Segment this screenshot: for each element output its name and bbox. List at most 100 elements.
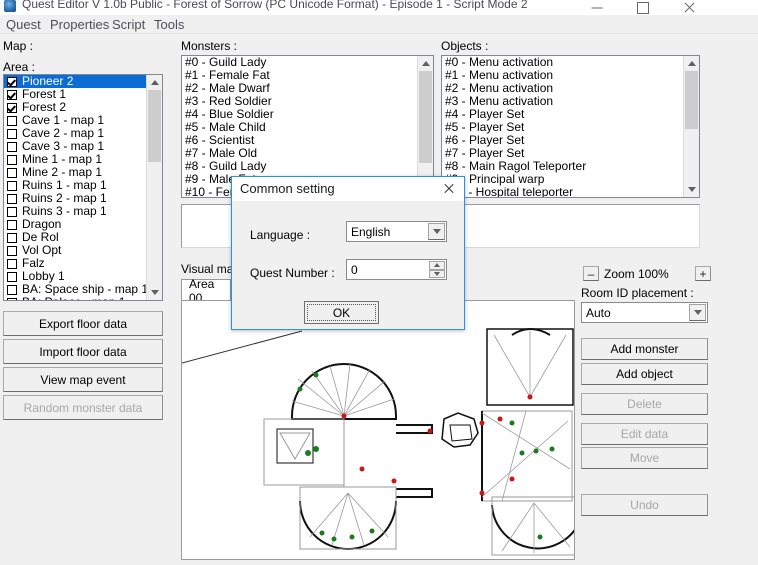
tab-area-00[interactable]: Area 00 [181,277,231,305]
area-checkbox[interactable] [7,128,17,139]
delete-button: Delete [581,393,708,415]
delete-label: Delete [627,397,662,411]
monsters-list-item[interactable]: #8 - Guild Lady [182,160,417,173]
objects-list-item[interactable]: #9 - Principal warp [442,173,683,186]
area-checkbox[interactable] [7,297,17,300]
area-list[interactable]: Pioneer 2 Forest 1 Forest 2 Cave 1 - map 1C… [3,74,163,301]
scroll-down-icon[interactable] [147,285,162,300]
edit-data-label: Edit data [620,427,669,441]
import-floor-data-button[interactable]: Import floor data [3,339,163,364]
ok-button[interactable]: OK [304,301,379,324]
export-floor-data-button[interactable]: Export floor data [3,311,163,336]
area-list-item[interactable]: BA: Palace - map 1 [4,296,146,300]
close-button[interactable] [666,0,712,15]
monsters-list-item[interactable]: #4 - Blue Soldier [182,108,417,121]
stepper-down-button[interactable] [429,269,445,278]
area-checkbox[interactable] [7,245,17,256]
app-icon [4,0,16,12]
area-checkbox[interactable] [7,258,17,269]
menu-item-quest[interactable]: Quest [0,16,47,33]
area-checkbox[interactable] [7,76,17,87]
add-object-button[interactable]: Add object [581,363,708,385]
scroll-up-icon[interactable] [684,56,699,71]
zoom-level-label: Zoom 100% [604,267,669,281]
monsters-list-item[interactable]: #2 - Male Dwarf [182,82,417,95]
objects-list-item[interactable]: #2 - Menu activation [442,82,683,95]
monsters-list-item[interactable]: #1 - Female Fat [182,69,417,82]
area-checkbox[interactable] [7,232,17,243]
scroll-thumb[interactable] [419,71,432,163]
room-id-placement-select[interactable]: Auto [581,302,708,323]
monsters-list-item[interactable]: #7 - Male Old [182,147,417,160]
objects-list-item[interactable]: #5 - Player Set [442,121,683,134]
chevron-down-icon[interactable] [428,223,445,240]
area-checkbox[interactable] [7,180,17,191]
area-checkbox[interactable] [7,167,17,178]
objects-list-item[interactable]: #4 - Player Set [442,108,683,121]
objects-label: Objects : [441,39,489,53]
view-map-event-button[interactable]: View map event [3,367,163,392]
quest-number-stepper[interactable]: 0 [346,259,447,280]
area-list-scrollbar[interactable] [146,75,162,300]
stepper-buttons[interactable] [429,261,445,278]
zoom-in-button[interactable]: + [695,266,711,281]
random-monster-data-label: Random monster data [23,400,143,415]
add-object-label: Add object [616,367,673,381]
objects-list-item[interactable]: #1 - Menu activation [442,69,683,82]
random-monster-data-button: Random monster data [3,395,163,420]
minimize-button[interactable] [574,0,620,15]
dialog-close-button[interactable] [438,180,460,198]
move-button: Move [581,447,708,469]
minimize-icon [591,7,603,8]
objects-list-item[interactable]: #8 - Main Ragol Teleporter [442,160,683,173]
area-checkbox[interactable] [7,193,17,204]
scroll-up-icon[interactable] [418,56,433,71]
objects-list-item[interactable]: #3 - Menu activation [442,95,683,108]
monsters-label: Monsters : [181,39,238,53]
maximize-button[interactable] [620,0,666,15]
area-checkbox[interactable] [7,154,17,165]
objects-list-item[interactable]: #10 - Hospital teleporter [442,186,683,197]
objects-list[interactable]: #0 - Menu activation #1 - Menu activation… [441,55,700,198]
quest-number-label: Quest Number : [250,266,335,280]
menu-item-tools[interactable]: Tools [148,16,190,33]
quest-number-value[interactable]: 0 [347,263,358,277]
area-checkbox[interactable] [7,219,17,230]
menu-item-properties[interactable]: Properties [44,16,115,33]
add-monster-button[interactable]: Add monster [581,338,708,360]
area-checkbox[interactable] [7,284,17,295]
visual-map-canvas[interactable] [181,300,575,560]
menu-item-script[interactable]: Script [106,16,151,33]
area-label: Area : [3,60,36,74]
language-select[interactable]: English [346,221,447,242]
zoom-out-button[interactable]: – [583,266,599,281]
scroll-down-icon[interactable] [684,182,699,197]
area-checkbox[interactable] [7,271,17,282]
area-checkbox[interactable] [7,115,17,126]
undo-button: Undo [581,494,708,516]
area-checkbox[interactable] [7,89,17,100]
objects-list-scrollbar[interactable] [683,56,699,197]
chevron-down-icon[interactable] [689,304,706,321]
zoom-in-label: + [699,266,707,281]
objects-list-item[interactable]: #6 - Player Set [442,134,683,147]
area-checkbox[interactable] [7,141,17,152]
monsters-list-item[interactable]: #5 - Male Child [182,121,417,134]
stepper-up-button[interactable] [429,261,445,270]
monsters-list-item[interactable]: #0 - Guild Lady [182,56,417,69]
close-icon [683,2,695,14]
objects-list-item[interactable]: #0 - Menu activation [442,56,683,69]
move-label: Move [629,451,660,465]
scroll-thumb[interactable] [148,90,161,162]
scroll-thumb[interactable] [685,71,698,129]
language-value: English [351,224,391,239]
area-checkbox[interactable] [7,102,17,113]
app-window: Quest Editor V 1.0b Public - Forest of S… [0,0,758,565]
scroll-up-icon[interactable] [147,75,162,90]
objects-list-item[interactable]: #7 - Player Set [442,147,683,160]
menu-bar: Quest Properties Script Tools [0,15,758,34]
undo-label: Undo [630,498,659,512]
area-checkbox[interactable] [7,206,17,217]
monsters-list-item[interactable]: #6 - Scientist [182,134,417,147]
monsters-list-item[interactable]: #3 - Red Soldier [182,95,417,108]
